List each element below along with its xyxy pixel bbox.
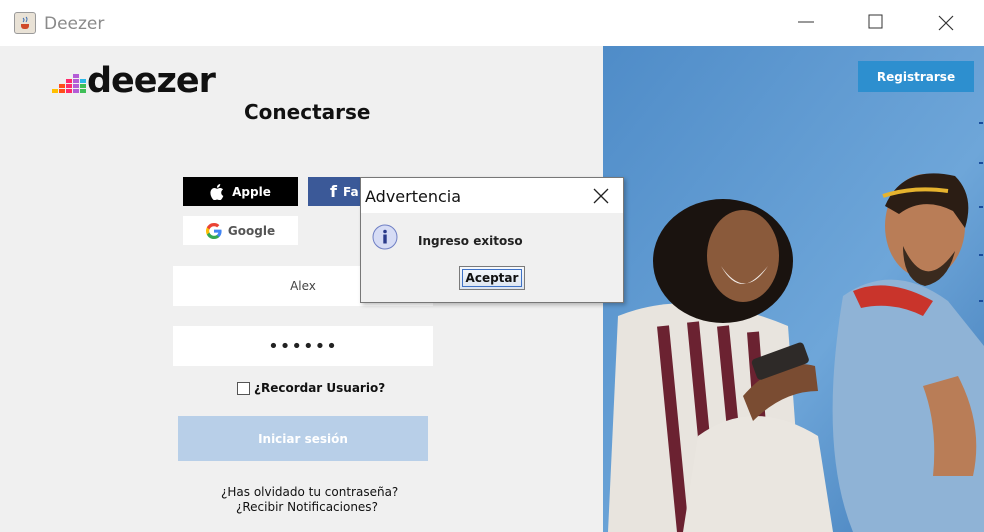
page-title: Conectarse	[244, 100, 371, 124]
google-login-button[interactable]: Google	[183, 216, 298, 245]
edge-link-mark	[979, 122, 983, 124]
edge-link-mark	[979, 300, 983, 302]
close-button[interactable]	[911, 0, 979, 46]
dialog-close-icon[interactable]	[583, 181, 619, 211]
info-icon	[372, 224, 398, 250]
edge-link-mark	[979, 162, 983, 164]
edge-link-mark	[979, 206, 983, 208]
google-login-label: Google	[227, 223, 276, 238]
java-app-icon	[14, 12, 36, 34]
facebook-login-button[interactable]: f Fa	[308, 177, 360, 206]
apple-login-button[interactable]: Apple	[183, 177, 298, 206]
dialog-titlebar: Advertencia	[361, 178, 623, 213]
remember-user-label: ¿Recordar Usuario?	[254, 381, 386, 395]
facebook-icon: f	[330, 182, 337, 201]
remember-user-row[interactable]: ¿Recordar Usuario?	[237, 381, 385, 395]
facebook-login-label: Fa	[342, 184, 359, 199]
notifications-link[interactable]: ¿Recibir Notificaciones?	[236, 500, 378, 514]
hero-photo	[603, 46, 984, 532]
deezer-logo-wordmark: deezer	[87, 61, 216, 101]
minimize-button[interactable]	[772, 0, 840, 46]
ok-button[interactable]: Aceptar	[459, 266, 525, 290]
deezer-logo-equalizer-icon	[52, 74, 86, 93]
google-icon	[205, 222, 222, 239]
dialog-title: Advertencia	[365, 187, 462, 206]
apple-login-label: Apple	[232, 184, 271, 199]
window-titlebar: Deezer	[0, 0, 984, 46]
login-button[interactable]: Iniciar sesión	[178, 416, 428, 461]
remember-user-checkbox[interactable]	[237, 381, 250, 395]
dialog-message: Ingreso exitoso	[418, 234, 523, 248]
register-button[interactable]: Registrarse	[858, 61, 974, 92]
warning-dialog: Advertencia Ingreso exitoso Aceptar	[360, 177, 624, 303]
edge-link-mark	[979, 254, 983, 256]
forgot-password-link[interactable]: ¿Has olvidado tu contraseña?	[221, 485, 398, 499]
password-field[interactable]: ••••••	[173, 326, 433, 366]
window-title: Deezer	[44, 14, 105, 34]
apple-icon	[210, 183, 224, 200]
maximize-button[interactable]	[841, 0, 909, 46]
